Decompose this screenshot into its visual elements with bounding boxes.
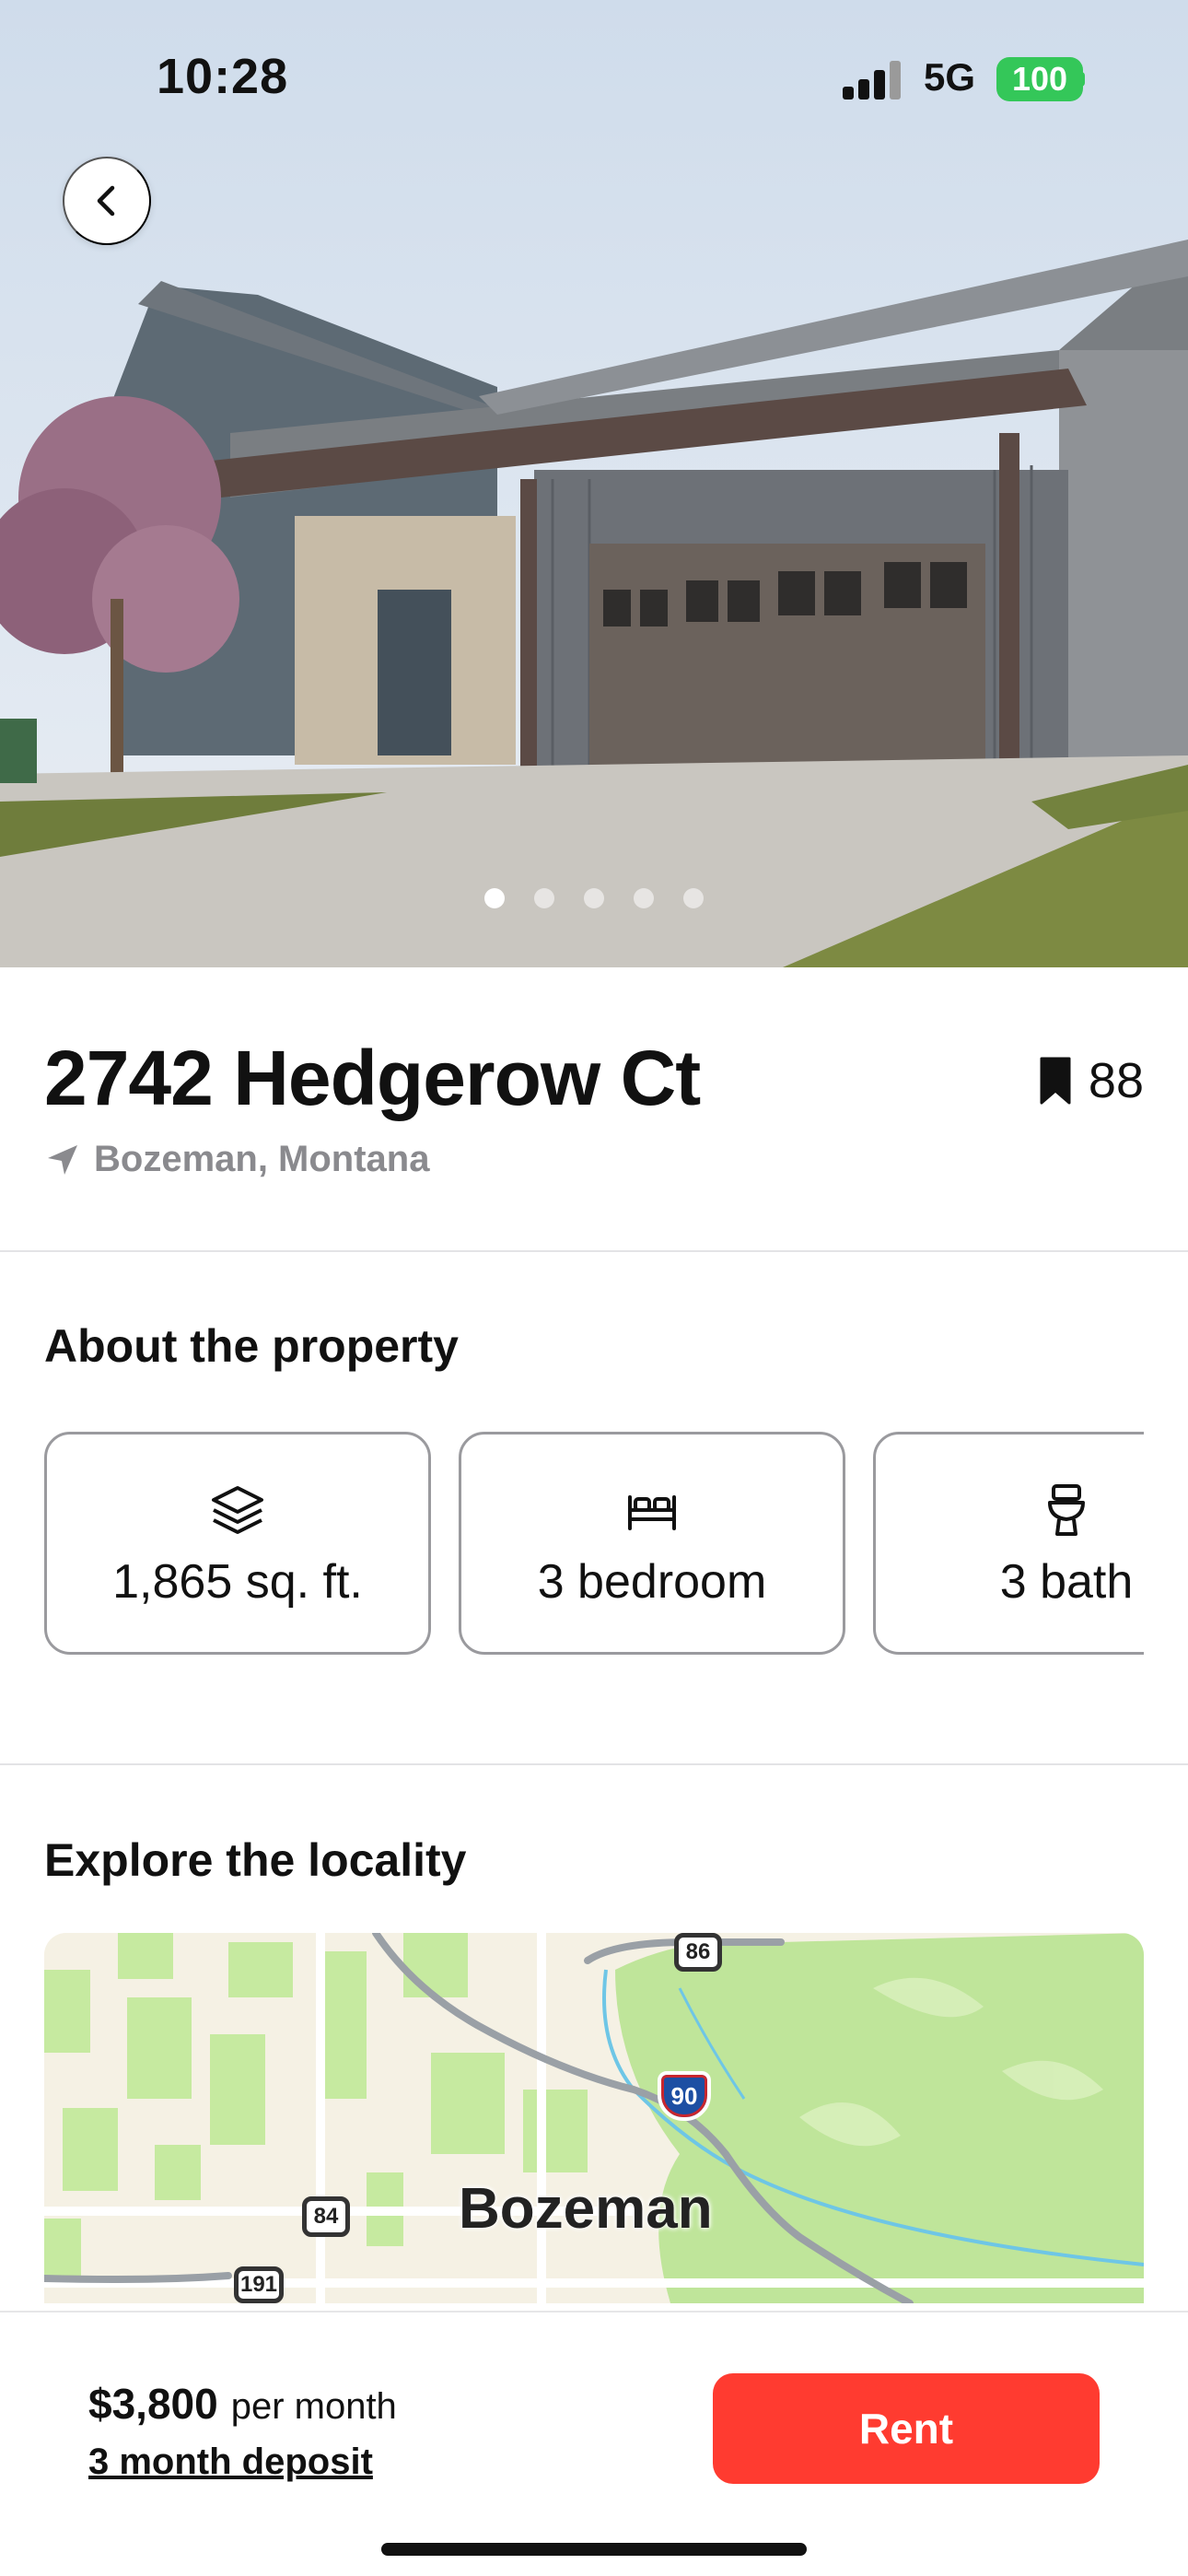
route-shield-86: 86 <box>674 1933 722 1972</box>
divider <box>0 1763 1188 1765</box>
bookmark-icon <box>1040 1057 1071 1105</box>
carousel-dot[interactable] <box>584 888 604 908</box>
status-bar: 10:28 5G 100 <box>0 0 1188 138</box>
booking-bar: $3,800 per month 3 month deposit Rent <box>0 2311 1188 2576</box>
feature-card-area: 1,865 sq. ft. <box>44 1432 431 1655</box>
feature-label-area: 1,865 sq. ft. <box>112 1555 363 1609</box>
layers-icon <box>212 1486 263 1534</box>
carousel-dots <box>0 888 1188 908</box>
property-photo-carousel[interactable]: 10:28 5G 100 <box>0 0 1188 967</box>
locality-heading: Explore the locality <box>44 1834 467 1886</box>
property-address: 2742 Hedgerow Ct <box>44 1035 701 1121</box>
battery-indicator: 100 <box>996 57 1083 101</box>
location-arrow-icon <box>48 1144 77 1175</box>
interstate-shield-90: 90 <box>658 2071 711 2121</box>
back-button[interactable] <box>63 157 151 245</box>
deposit-link[interactable]: 3 month deposit <box>88 2441 373 2483</box>
feature-label-bedrooms: 3 bedroom <box>537 1555 767 1609</box>
price-unit: per month <box>230 2386 397 2427</box>
locality-map[interactable]: 86 90 84 191 Bozeman <box>44 1933 1144 2303</box>
carousel-dot[interactable] <box>634 888 654 908</box>
chevron-left-icon <box>97 185 115 217</box>
carousel-dot[interactable] <box>683 888 704 908</box>
map-city-label: Bozeman <box>459 2177 713 2241</box>
about-heading: About the property <box>44 1320 459 1372</box>
price-row: $3,800 per month <box>88 2379 397 2429</box>
route-shield-191: 191 <box>234 2266 284 2303</box>
home-indicator[interactable] <box>381 2543 807 2556</box>
monthly-price: $3,800 <box>88 2380 218 2428</box>
feature-label-baths: 3 bath <box>999 1555 1134 1609</box>
location-text: Bozeman, Montana <box>94 1139 430 1179</box>
carousel-dot[interactable] <box>534 888 554 908</box>
network-type: 5G <box>924 55 976 99</box>
carousel-dot-active[interactable] <box>484 888 505 908</box>
bed-icon <box>628 1495 676 1530</box>
rent-button[interactable]: Rent <box>713 2373 1100 2484</box>
feature-card-baths: 3 bath <box>873 1432 1144 1655</box>
toilet-icon <box>1048 1484 1085 1536</box>
route-shield-84: 84 <box>302 2196 350 2237</box>
save-button[interactable]: 88 <box>1039 1052 1144 1109</box>
feature-card-bedrooms: 3 bedroom <box>459 1432 845 1655</box>
feature-cards[interactable]: 1,865 sq. ft. 3 bedroom 3 bath <box>44 1432 1144 1655</box>
status-time: 10:28 <box>157 49 289 104</box>
divider <box>0 1250 1188 1252</box>
save-count: 88 <box>1088 1053 1144 1108</box>
house-photo <box>0 0 1188 967</box>
cellular-signal-icon <box>843 61 901 100</box>
property-location: Bozeman, Montana <box>44 1139 429 1180</box>
battery-cap <box>1079 72 1085 87</box>
map-tiles <box>44 1933 1144 2303</box>
